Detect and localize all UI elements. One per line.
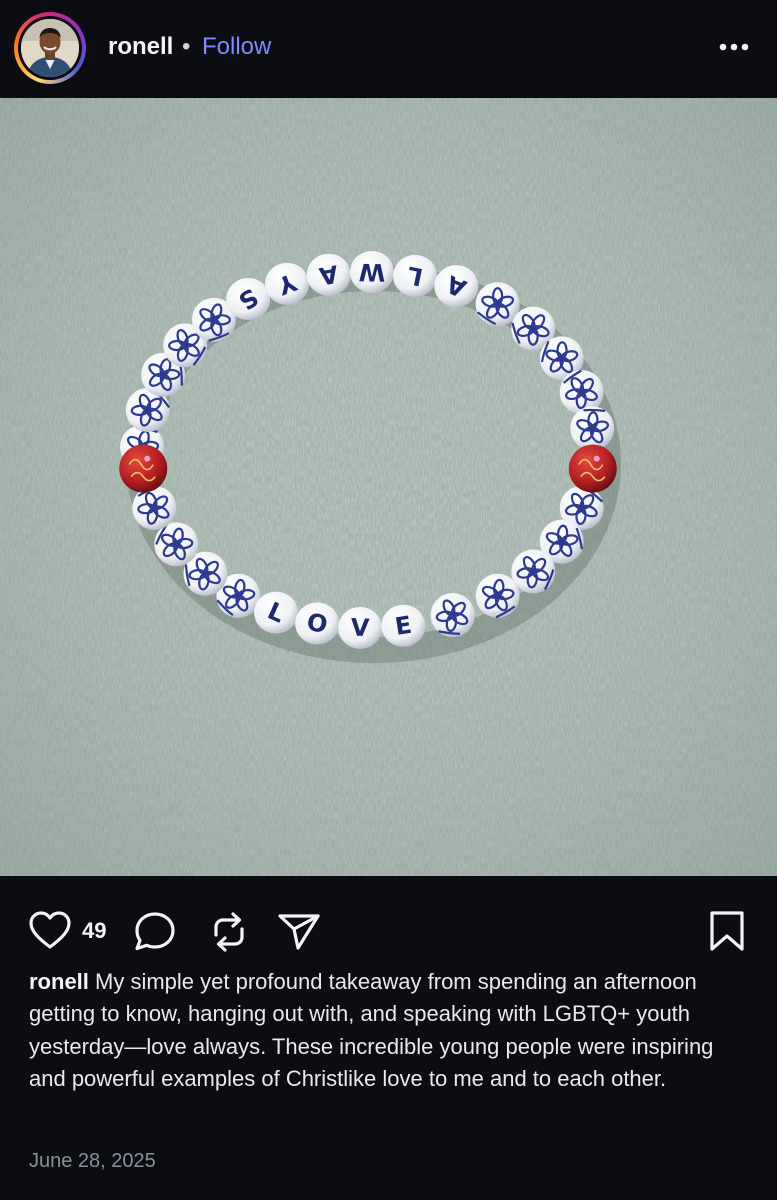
repost-button[interactable] (206, 909, 252, 955)
letter-bead: V (338, 606, 383, 649)
letter-bead: A (434, 265, 479, 308)
letter-bead: W (349, 251, 394, 294)
comment-button[interactable] (132, 910, 178, 954)
avatar-story-ring[interactable] (14, 12, 86, 84)
send-icon (278, 914, 320, 950)
red-cloisonne-bead (119, 444, 168, 493)
avatar[interactable] (21, 19, 79, 77)
letter-bead: A (306, 253, 351, 296)
letter-bead: S (226, 278, 271, 321)
bracelet-photo: S Y A W L AL O V E (0, 98, 777, 876)
caption-text: My simple yet profound takeaway from spe… (29, 969, 714, 1092)
post-caption: ronell My simple yet profound takeaway f… (29, 966, 749, 1096)
bead-letter: V (350, 614, 370, 643)
red-cloisonne-bead (568, 444, 617, 493)
letter-bead: L (392, 254, 437, 297)
more-options-button[interactable] (712, 30, 756, 64)
bead-letter: W (358, 258, 385, 286)
post-photo[interactable]: SYAWLALOVE (0, 98, 777, 876)
caption-username-link[interactable]: ronell (29, 969, 89, 994)
repost-icon (214, 912, 244, 952)
post-date: June 28, 2025 (29, 1150, 156, 1172)
username-link[interactable]: ronell (108, 32, 173, 62)
separator-dot: • (182, 33, 191, 60)
comment-icon (135, 912, 175, 951)
letter-bead: O (295, 602, 340, 645)
share-button[interactable] (276, 908, 322, 954)
like-button[interactable] (28, 910, 72, 952)
letter-bead: E (381, 604, 426, 647)
post-header: ronell • Follow (0, 0, 777, 98)
floral-bead (475, 282, 520, 327)
more-horizontal-icon (719, 43, 749, 51)
heart-icon (29, 911, 71, 949)
save-button[interactable] (706, 908, 748, 954)
like-count[interactable]: 49 (82, 918, 106, 944)
follow-button[interactable]: Follow (202, 32, 271, 62)
bookmark-icon (710, 911, 744, 951)
avatar-image (21, 19, 79, 77)
letter-bead: L (254, 591, 299, 634)
letter-bead: Y (265, 262, 310, 305)
